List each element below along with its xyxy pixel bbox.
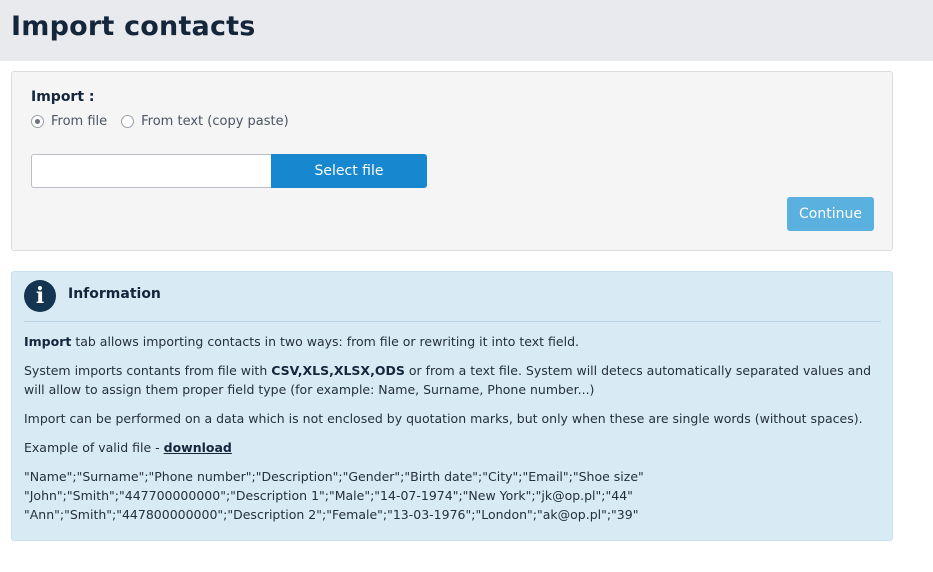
import-label: Import : — [31, 89, 95, 105]
from-text-radio[interactable] — [121, 115, 135, 128]
info-paragraph-formats: System imports contants from file with C… — [24, 363, 872, 397]
select-file-button[interactable]: Select file — [271, 154, 427, 188]
format-xlsx: XLSX — [333, 363, 371, 378]
info-paragraph-example: Example of valid file - download — [24, 440, 232, 455]
from-text-label[interactable]: From text (copy paste) — [141, 114, 289, 129]
example-line: "Ann";"Smith";"447800000000";"Descriptio… — [24, 507, 639, 522]
page-title: Import contacts — [11, 11, 256, 42]
format-csv: CSV — [271, 363, 298, 378]
continue-button[interactable]: Continue — [787, 197, 874, 231]
import-panel: Import : From file From text (copy paste… — [11, 71, 893, 251]
information-title: Information — [68, 286, 161, 302]
download-example-link[interactable]: download — [164, 440, 232, 455]
file-path-input[interactable] — [31, 154, 271, 188]
info-paragraph-quotes: Import can be performed on a data which … — [24, 411, 863, 426]
page-header: Import contacts — [0, 0, 933, 61]
from-file-radio[interactable] — [31, 115, 44, 128]
import-source-options: From file From text (copy paste) — [31, 114, 303, 129]
information-body: Import tab allows importing contacts in … — [24, 332, 884, 524]
import-tab-name: Import — [24, 334, 72, 349]
information-panel: i Information Import tab allows importin… — [11, 271, 893, 541]
information-divider — [24, 321, 881, 322]
format-ods: ODS — [374, 363, 405, 378]
example-line: "Name";"Surname";"Phone number";"Descrip… — [24, 469, 644, 484]
format-xls: XLS — [302, 363, 330, 378]
example-line: "John";"Smith";"447700000000";"Descripti… — [24, 488, 633, 503]
from-file-label[interactable]: From file — [51, 114, 107, 129]
example-file-content: "Name";"Surname";"Phone number";"Descrip… — [24, 467, 884, 524]
info-paragraph-import: Import tab allows importing contacts in … — [24, 334, 579, 349]
info-icon: i — [24, 280, 56, 312]
